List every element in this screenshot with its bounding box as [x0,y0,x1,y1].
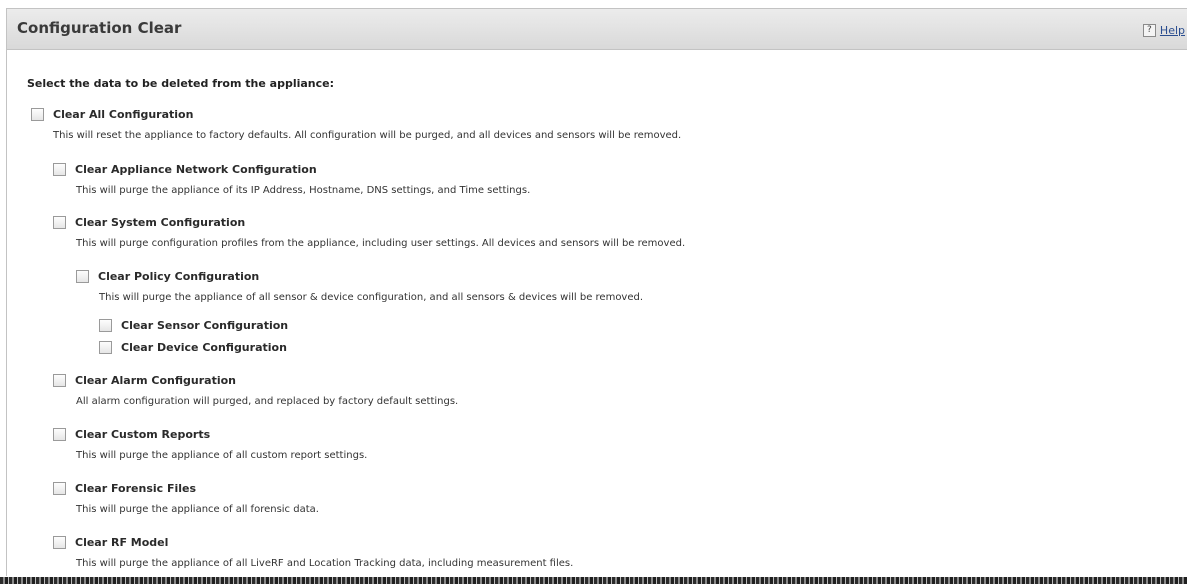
clear-reports-label[interactable]: Clear Custom Reports [75,428,210,441]
clear-alarm-checkbox[interactable] [53,374,66,387]
clear-all-description: This will reset the appliance to factory… [53,130,682,141]
clear-alarm-label[interactable]: Clear Alarm Configuration [75,374,236,387]
option-clear-sensor: Clear Sensor Configuration [99,319,288,332]
clear-rf-model-checkbox[interactable] [53,536,66,549]
clear-system-description: This will purge configuration profiles f… [76,238,686,249]
clear-all-checkbox[interactable] [31,108,44,121]
clear-reports-checkbox[interactable] [53,428,66,441]
option-clear-all: Clear All Configuration [31,108,193,121]
clear-rf-model-description: This will purge the appliance of all Liv… [76,558,574,569]
clear-alarm-description: All alarm configuration will purged, and… [76,396,459,407]
help-label[interactable]: Help [1160,24,1185,37]
clear-system-label[interactable]: Clear System Configuration [75,216,245,229]
option-clear-forensic: Clear Forensic Files [53,482,196,495]
clear-policy-description: This will purge the appliance of all sen… [99,292,644,303]
truncated-bottom-strip [0,577,1187,584]
clear-device-checkbox[interactable] [99,341,112,354]
clear-network-label[interactable]: Clear Appliance Network Configuration [75,163,317,176]
intro-text: Select the data to be deleted from the a… [27,77,334,90]
clear-network-description: This will purge the appliance of its IP … [76,185,531,196]
clear-network-checkbox[interactable] [53,163,66,176]
clear-forensic-label[interactable]: Clear Forensic Files [75,482,196,495]
option-clear-policy: Clear Policy Configuration [76,270,259,283]
clear-system-checkbox[interactable] [53,216,66,229]
clear-sensor-label[interactable]: Clear Sensor Configuration [121,319,288,332]
clear-forensic-description: This will purge the appliance of all for… [76,504,319,515]
clear-forensic-checkbox[interactable] [53,482,66,495]
clear-policy-label[interactable]: Clear Policy Configuration [98,270,259,283]
option-clear-system: Clear System Configuration [53,216,245,229]
clear-policy-checkbox[interactable] [76,270,89,283]
help-link[interactable]: ? Help [1142,24,1185,37]
clear-rf-model-label[interactable]: Clear RF Model [75,536,168,549]
option-clear-network: Clear Appliance Network Configuration [53,163,317,176]
clear-sensor-checkbox[interactable] [99,319,112,332]
option-clear-rf-model: Clear RF Model [53,536,168,549]
clear-device-label[interactable]: Clear Device Configuration [121,341,287,354]
option-clear-reports: Clear Custom Reports [53,428,210,441]
option-clear-alarm: Clear Alarm Configuration [53,374,236,387]
help-icon[interactable]: ? [1142,24,1156,37]
panel-header: Configuration Clear ? Help [7,9,1187,50]
clear-reports-description: This will purge the appliance of all cus… [76,450,368,461]
option-clear-device: Clear Device Configuration [99,341,287,354]
page-title: Configuration Clear [17,19,182,37]
clear-all-label[interactable]: Clear All Configuration [53,108,193,121]
